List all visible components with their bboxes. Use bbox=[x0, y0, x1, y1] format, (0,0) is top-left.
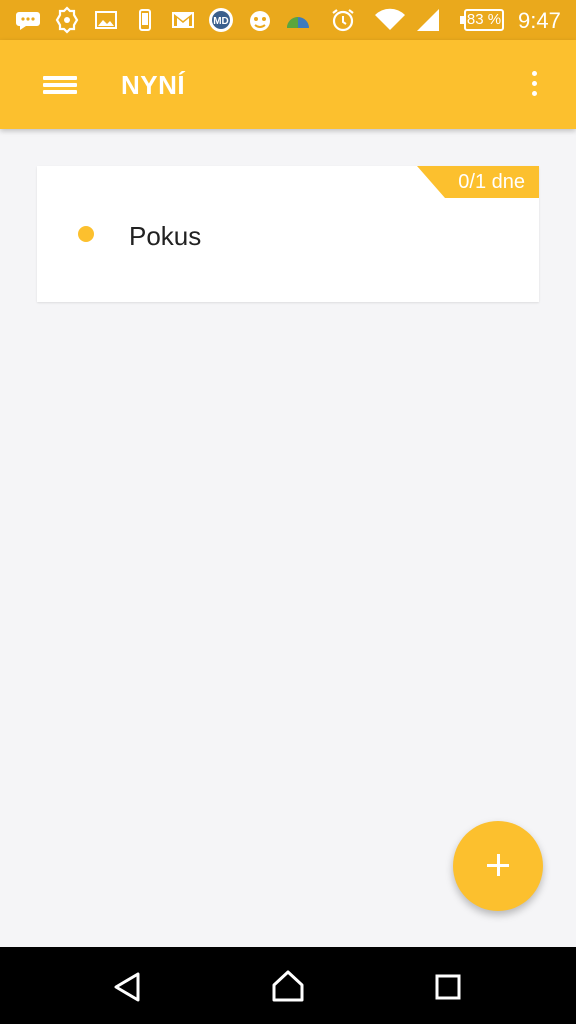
svg-text:MD: MD bbox=[213, 16, 229, 27]
alarm-icon bbox=[329, 6, 357, 34]
wifi-icon bbox=[374, 6, 406, 34]
phone-sms-icon bbox=[131, 6, 159, 34]
home-icon[interactable] bbox=[268, 967, 308, 1007]
status-bar: MD 83 % 9:47 bbox=[0, 0, 576, 40]
status-time: 9:47 bbox=[518, 8, 561, 33]
recents-icon[interactable] bbox=[428, 967, 468, 1007]
weather-icon bbox=[284, 6, 312, 34]
progress-badge: 0/1 dne bbox=[417, 166, 539, 198]
more-vert-icon[interactable] bbox=[516, 66, 552, 106]
back-icon[interactable] bbox=[108, 967, 148, 1007]
app-bar: NYNÍ bbox=[0, 40, 576, 129]
chat-icon bbox=[14, 6, 42, 34]
battery-indicator: 83 % bbox=[460, 9, 504, 31]
hamburger-menu-icon[interactable] bbox=[30, 64, 90, 106]
gmail-icon bbox=[169, 6, 197, 34]
badge-notification-icon bbox=[53, 6, 81, 34]
add-task-button[interactable] bbox=[453, 821, 543, 911]
navigation-bar bbox=[0, 947, 576, 1024]
task-title: Pokus bbox=[129, 221, 202, 251]
md-app-icon: MD bbox=[207, 6, 235, 34]
task-bullet-icon bbox=[78, 226, 94, 242]
page-title: NYNÍ bbox=[121, 70, 186, 100]
image-icon bbox=[92, 6, 120, 34]
task-card[interactable]: 0/1 dne Pokus bbox=[37, 166, 539, 302]
mascot-app-icon bbox=[246, 6, 274, 34]
cellular-signal-icon bbox=[413, 6, 441, 34]
